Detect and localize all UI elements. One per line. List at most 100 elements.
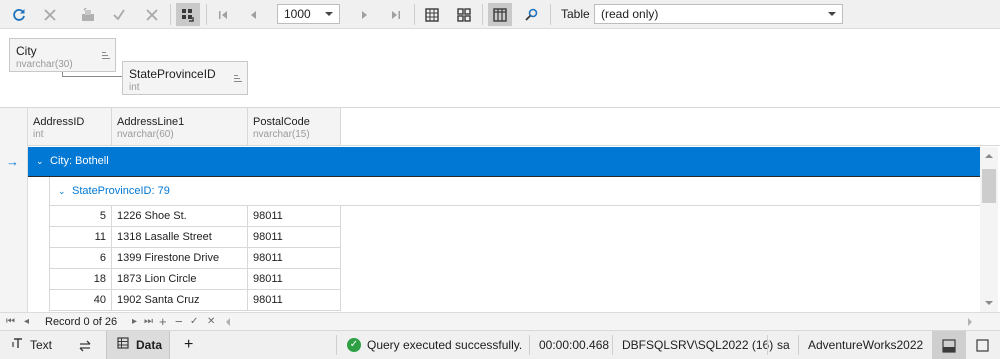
columns-icon[interactable] bbox=[488, 3, 512, 26]
cell-postalcode[interactable]: 98011 bbox=[248, 269, 341, 290]
cell-addressline1[interactable]: 1399 Firestone Drive bbox=[112, 248, 248, 269]
column-name: AddressID bbox=[33, 116, 85, 128]
server-name: DBFSQLSRV\SQL2022 (16) bbox=[622, 338, 774, 352]
group-chip-name: City bbox=[16, 44, 37, 58]
scroll-up-icon[interactable] bbox=[985, 154, 993, 158]
scroll-right-icon[interactable] bbox=[968, 318, 972, 326]
next-page-icon[interactable] bbox=[352, 3, 376, 26]
scroll-thumb[interactable] bbox=[982, 169, 996, 203]
tab-data[interactable]: Data bbox=[106, 331, 170, 359]
grid-layout-icon[interactable] bbox=[176, 3, 200, 26]
page-size-select[interactable]: 1000 bbox=[277, 4, 340, 24]
group-chip-name: StateProvinceID bbox=[129, 67, 216, 81]
table-row[interactable]: 40 1902 Santa Cruz 98011 bbox=[49, 290, 341, 311]
group-row-stateprovince[interactable]: ⌄ StateProvinceID: 79 bbox=[49, 177, 980, 206]
prev-page-icon[interactable] bbox=[242, 3, 266, 26]
column-header-addressid[interactable]: AddressID int bbox=[28, 108, 112, 146]
cell-postalcode[interactable]: 98011 bbox=[248, 227, 341, 248]
cell-addressid[interactable]: 6 bbox=[50, 248, 112, 269]
card-view-icon[interactable] bbox=[452, 3, 476, 26]
tab-text[interactable]: Text bbox=[0, 331, 66, 359]
group-chip-type: nvarchar(30) bbox=[16, 59, 73, 70]
toolbar: 1000 Table (read only) bbox=[0, 0, 1000, 29]
text-icon bbox=[12, 331, 26, 359]
add-icon[interactable]: + bbox=[184, 331, 200, 359]
user-name: sa bbox=[777, 338, 790, 352]
cancel-icon[interactable] bbox=[38, 3, 62, 26]
table-label: Table bbox=[561, 7, 590, 21]
elapsed-time: 00:00:00.468 bbox=[539, 338, 610, 352]
group-indent bbox=[28, 177, 49, 312]
column-type: nvarchar(15) bbox=[253, 129, 310, 140]
first-record-icon[interactable]: ⏮ bbox=[6, 314, 15, 330]
group-row-label: StateProvinceID: 79 bbox=[72, 185, 170, 197]
table-row[interactable]: 6 1399 Firestone Drive 98011 bbox=[49, 248, 341, 269]
confirm-record-icon[interactable]: ✓ bbox=[190, 314, 198, 330]
status-bar: Text Data + ✓ Query executed successfully… bbox=[0, 330, 1000, 359]
group-chip-city[interactable]: City nvarchar(30) bbox=[9, 38, 116, 72]
first-page-icon[interactable] bbox=[211, 3, 235, 26]
cell-addressline1[interactable]: 1226 Shoe St. bbox=[112, 206, 248, 227]
save-icon[interactable] bbox=[76, 3, 100, 26]
data-grid-icon bbox=[117, 331, 131, 359]
scroll-down-icon[interactable] bbox=[985, 301, 993, 305]
cell-addressid[interactable]: 40 bbox=[50, 290, 112, 311]
cell-addressline1[interactable]: 1902 Santa Cruz bbox=[112, 290, 248, 311]
refresh-icon[interactable] bbox=[7, 3, 31, 26]
cancel-record-icon[interactable]: ✕ bbox=[207, 314, 215, 330]
panel-bottom-icon[interactable] bbox=[932, 331, 966, 359]
group-row-label: City: Bothell bbox=[50, 155, 109, 167]
database-name: AdventureWorks2022 bbox=[808, 338, 924, 352]
check-icon[interactable] bbox=[107, 3, 131, 26]
column-header-addressline1[interactable]: AddressLine1 nvarchar(60) bbox=[112, 108, 248, 146]
tab-text-label: Text bbox=[30, 338, 53, 352]
cell-addressline1[interactable]: 1318 Lasalle Street bbox=[112, 227, 248, 248]
chevron-down-icon bbox=[325, 12, 333, 16]
cell-postalcode[interactable]: 98011 bbox=[248, 206, 341, 227]
cell-postalcode[interactable]: 98011 bbox=[248, 290, 341, 311]
close-icon[interactable] bbox=[140, 3, 164, 26]
row-indicator-column bbox=[0, 108, 28, 312]
collapse-chevron-icon[interactable]: ⌄ bbox=[36, 147, 50, 176]
tab-data-label: Data bbox=[136, 338, 163, 352]
prev-record-icon[interactable]: ◂ bbox=[24, 314, 29, 330]
last-record-icon[interactable]: ⏭ bbox=[144, 314, 153, 330]
column-header-postalcode[interactable]: PostalCode nvarchar(15) bbox=[248, 108, 341, 146]
add-record-icon[interactable]: + bbox=[159, 314, 167, 330]
group-chip-type: int bbox=[129, 82, 140, 93]
sort-icon bbox=[102, 52, 110, 59]
table-row[interactable]: 5 1226 Shoe St. 98011 bbox=[49, 206, 341, 227]
group-row-city[interactable]: ⌄ City: Bothell bbox=[28, 147, 980, 177]
scroll-left-icon[interactable] bbox=[226, 318, 230, 326]
panel-icon[interactable] bbox=[970, 331, 994, 359]
table-select[interactable]: (read only) bbox=[594, 4, 843, 24]
grid-icon[interactable] bbox=[420, 3, 444, 26]
success-icon: ✓ bbox=[347, 337, 361, 352]
record-navigator: ⏮ ◂ Record 0 of 26 ▸ ⏭ + − ✓ ✕ bbox=[0, 312, 1000, 330]
sort-icon bbox=[234, 75, 242, 82]
cell-addressid[interactable]: 18 bbox=[50, 269, 112, 290]
table-mode-value: (read only) bbox=[601, 7, 659, 21]
cell-addressid[interactable]: 5 bbox=[50, 206, 112, 227]
vertical-scrollbar[interactable] bbox=[980, 147, 998, 312]
group-chip-stateprovinceid[interactable]: StateProvinceID int bbox=[122, 61, 248, 95]
next-record-icon[interactable]: ▸ bbox=[132, 314, 137, 330]
data-grid: AddressID int AddressLine1 nvarchar(60) … bbox=[0, 108, 1000, 312]
cell-postalcode[interactable]: 98011 bbox=[248, 248, 341, 269]
cell-addressline1[interactable]: 1873 Lion Circle bbox=[112, 269, 248, 290]
swap-icon[interactable] bbox=[78, 331, 96, 359]
table-row[interactable]: 11 1318 Lasalle Street 98011 bbox=[49, 227, 341, 248]
table-row[interactable]: 18 1873 Lion Circle 98011 bbox=[49, 269, 341, 290]
column-type: nvarchar(60) bbox=[117, 129, 174, 140]
delete-record-icon[interactable]: − bbox=[175, 314, 183, 330]
column-name: AddressLine1 bbox=[117, 116, 185, 128]
current-row-arrow-icon: → bbox=[6, 154, 19, 169]
column-type: int bbox=[33, 129, 44, 140]
query-status-message: Query executed successfully. bbox=[367, 338, 523, 352]
group-by-panel: City nvarchar(30) StateProvinceID int bbox=[0, 29, 1000, 108]
page-size-value: 1000 bbox=[284, 7, 311, 21]
last-page-icon[interactable] bbox=[384, 3, 408, 26]
find-icon[interactable] bbox=[520, 3, 544, 26]
cell-addressid[interactable]: 11 bbox=[50, 227, 112, 248]
collapse-chevron-icon[interactable]: ⌄ bbox=[58, 177, 72, 205]
